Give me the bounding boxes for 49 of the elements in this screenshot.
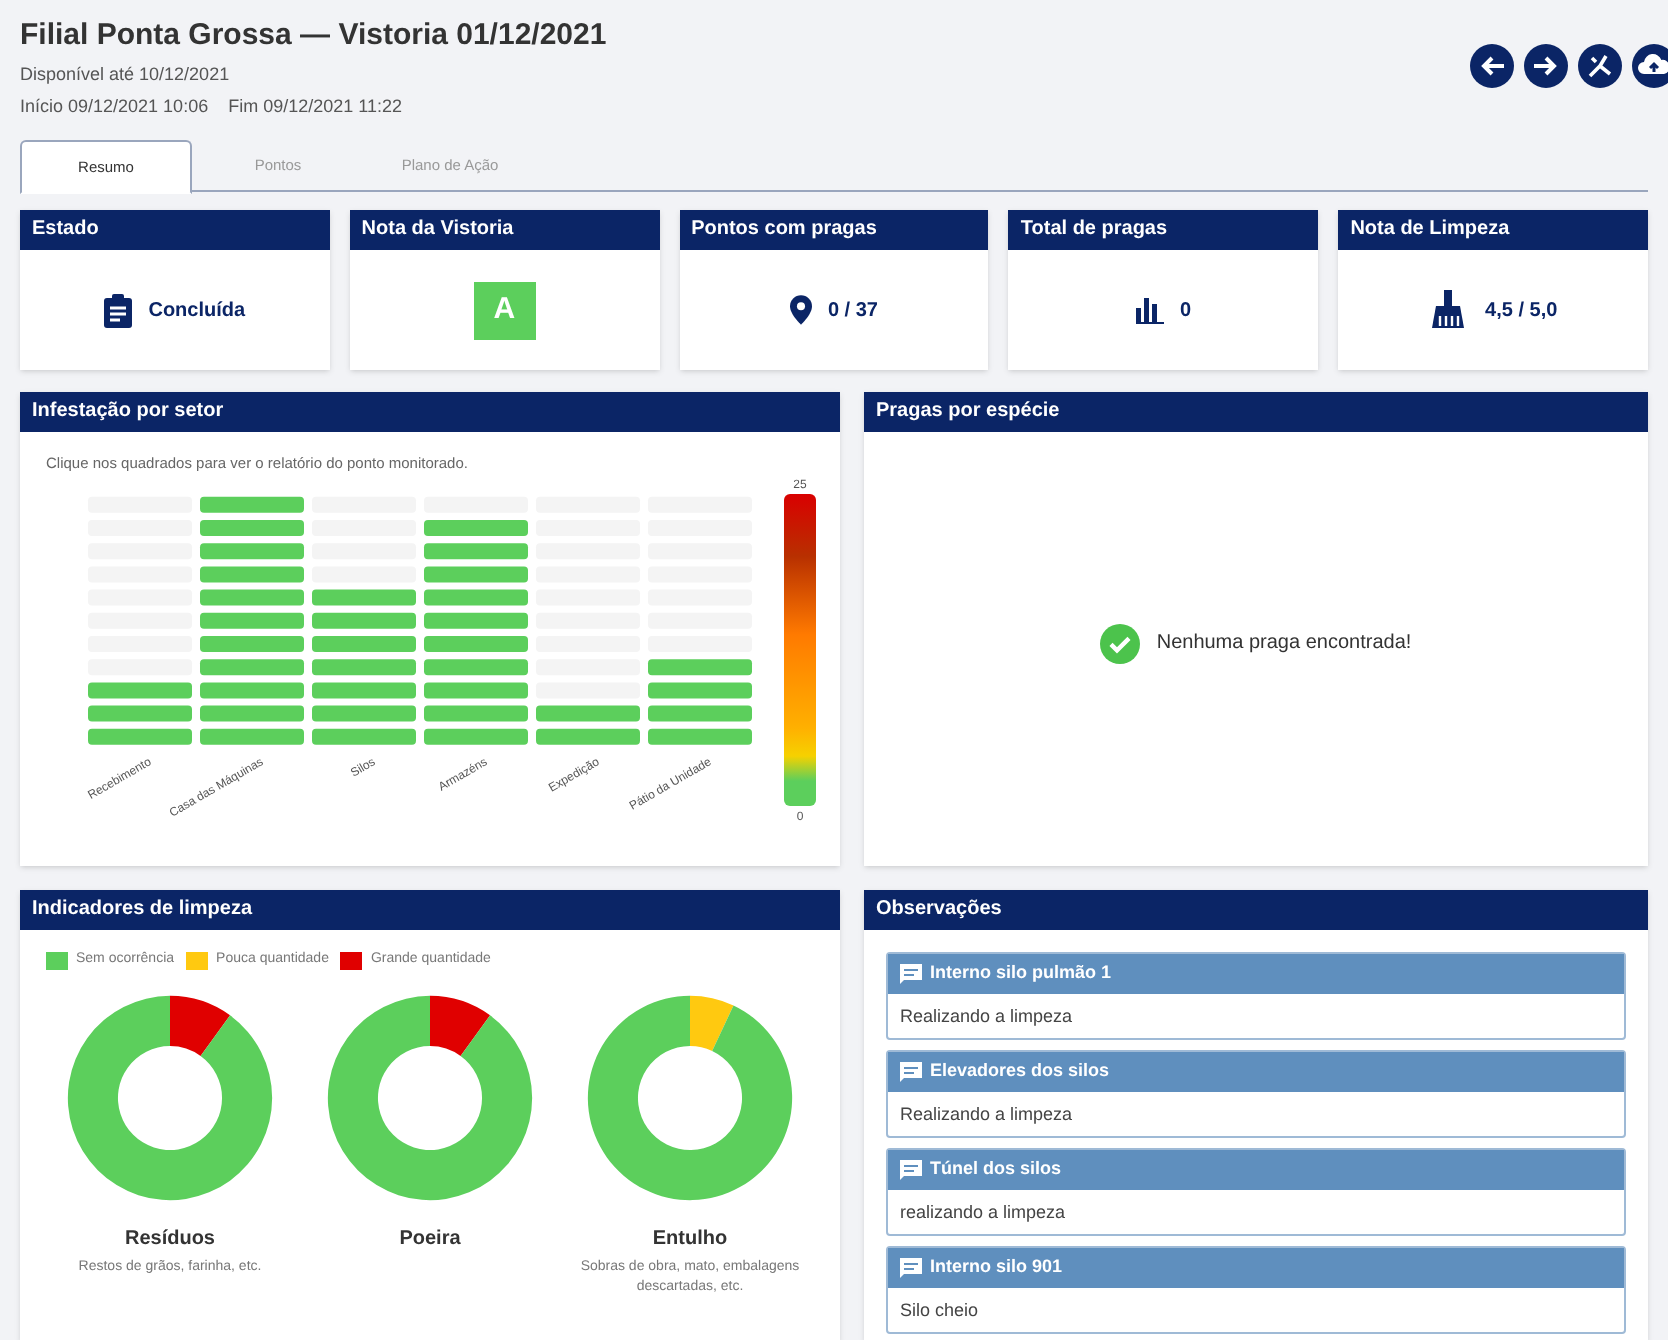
comment-icon [900,1160,922,1180]
card-value: 4,5 / 5,0 [1485,297,1558,325]
card-header: Estado [20,210,330,250]
observation-title: Interno silo 901 [930,1254,1063,1281]
observation-title: Túnel dos silos [930,1156,1062,1183]
broom-icon [1429,290,1470,330]
card-value: 0 [1180,297,1192,325]
heatmap-column[interactable] [424,497,528,746]
clipboard-icon [104,293,133,327]
heatmap-column[interactable] [312,497,416,746]
map-pin-icon [789,294,812,326]
indicator-name: Poeira [399,1225,461,1253]
observation-text: Realizando a limpeza [898,1102,1075,1128]
heatmap-column[interactable] [88,497,192,746]
grade-badge: A [473,281,536,339]
empty-message: Nenhuma praga encontrada! [1156,630,1412,658]
comment-icon [900,964,922,984]
end-time: Fim 09/12/2021 11:22 [228,94,402,120]
card-header: Pontos com pragas [679,210,989,250]
card-header: Nota de Limpeza [1338,210,1648,250]
start-time: Início 09/12/2021 10:06 [20,94,209,120]
check-circle-icon [1100,623,1141,663]
panel-header: Observações [864,890,1648,930]
availability-text: Disponível até 10/12/2021 [20,62,230,88]
back-arrow-button[interactable] [1470,44,1514,88]
bar-chart-icon [1136,297,1164,323]
comment-icon [900,1062,922,1082]
observation-title: Interno silo pulmão 1 [930,960,1112,987]
page-title: Filial Ponta Grossa — Vistoria 01/12/2021 [20,16,607,56]
heatmap-column[interactable] [648,497,752,746]
forward-arrow-button[interactable] [1524,44,1568,88]
card-value: Concluída [148,297,246,325]
heatmap-column[interactable] [200,497,304,746]
panel-header: Infestação por setor [20,392,840,432]
card-header: Nota da Vistoria [349,210,660,250]
card-header: Total de pragas [1008,210,1319,250]
observation-text: realizando a limpeza [898,1200,1068,1226]
comment-icon [900,1258,922,1278]
observation-title: Elevadores dos silos [930,1058,1110,1085]
panel-header: Indicadores de limpeza [20,890,840,930]
card-value: 0 / 37 [827,297,878,325]
panel-header: Pragas por espécie [864,392,1648,432]
route-button[interactable] [1578,44,1622,88]
observation-text: Silo cheio [898,1298,981,1324]
indicator-name: Resíduos [124,1225,215,1253]
cloud-upload-button[interactable] [1632,44,1668,88]
indicator-name: Entulho [652,1225,728,1253]
observation-text: Realizando a limpeza [898,1004,1075,1030]
heatmap-column[interactable] [536,497,640,746]
